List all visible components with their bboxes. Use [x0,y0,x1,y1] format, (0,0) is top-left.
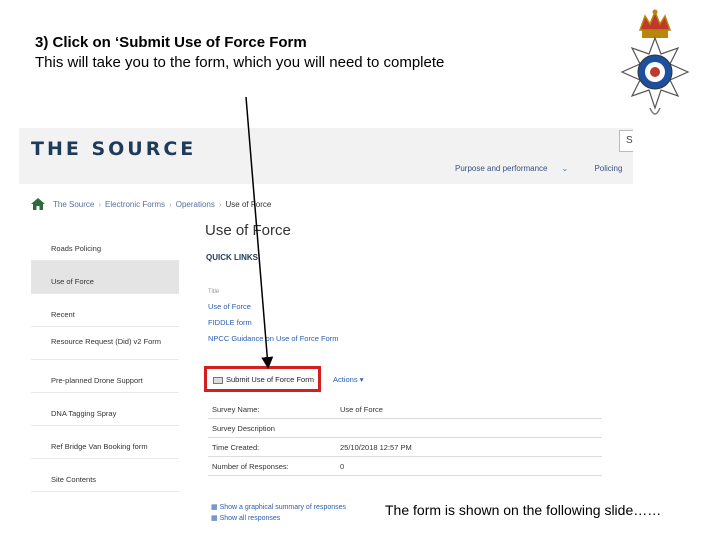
slide-caption: The form is shown on the following slide… [385,502,662,518]
annotation-arrow [245,96,274,369]
